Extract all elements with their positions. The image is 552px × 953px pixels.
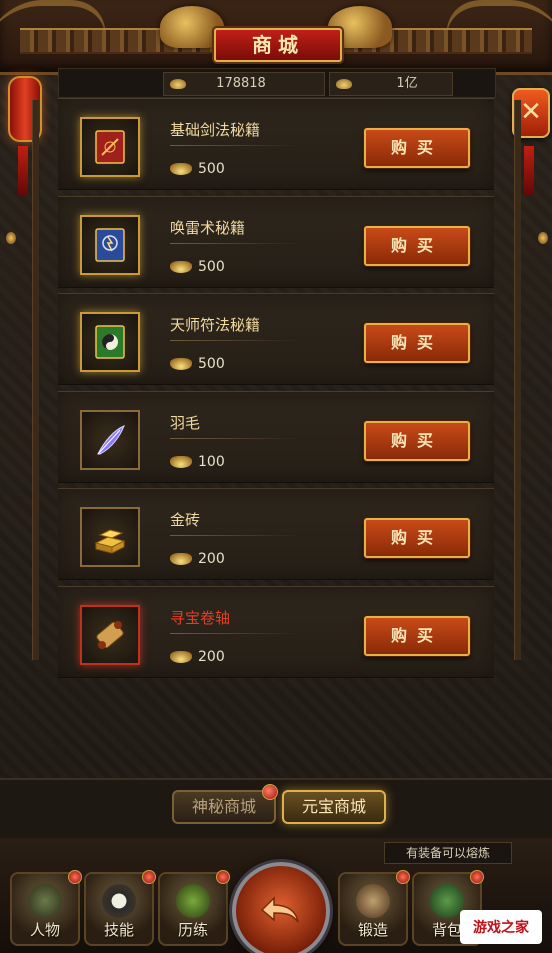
sword-book-icon [95, 130, 125, 164]
item-price: 500 [170, 161, 225, 177]
talisman-book-icon [95, 325, 125, 359]
ingot-icon [170, 163, 192, 175]
shop-tab-bar: 神秘商城 元宝商城 [0, 778, 552, 840]
treasure-scroll-icon [96, 620, 124, 649]
tassel-right [524, 146, 534, 196]
gold-amount: 1亿 [396, 76, 418, 91]
notification-gem-icon [396, 870, 410, 884]
nav-character-button[interactable]: 人物 [10, 870, 82, 946]
item-frame[interactable] [80, 604, 140, 665]
list-item: 唤雷术秘籍 500 购买 [58, 195, 494, 288]
feather-icon [97, 424, 125, 454]
buy-button[interactable]: 购买 [364, 128, 470, 168]
page-title: 商城 [214, 28, 342, 62]
thunder-book-icon [95, 227, 125, 262]
list-item: 金砖 200 购买 [58, 488, 494, 580]
buy-button[interactable]: 购买 [364, 225, 470, 266]
list-item: 寻宝卷轴 200 购买 [58, 585, 494, 678]
gold-balance: 1亿 [329, 72, 453, 96]
nav-forge-button[interactable]: 锻造 [338, 870, 410, 946]
nav-label: 锻造 [357, 921, 388, 939]
ingot-icon [170, 553, 192, 565]
currency-bar: 178818 1亿 [58, 68, 496, 98]
nav-training-button[interactable]: 历练 [158, 870, 230, 946]
buy-button[interactable]: 购买 [364, 323, 470, 363]
divider [170, 632, 300, 634]
notification-gem-icon [142, 870, 156, 884]
site-watermark: 游戏之家 [460, 910, 542, 944]
nav-skills-button[interactable]: 技能 [84, 870, 156, 946]
silver-balance: 178818 [163, 72, 325, 96]
gold-brick-icon [94, 529, 126, 554]
close-icon: ✕ [520, 97, 542, 127]
nav-label: 技能 [103, 921, 134, 939]
back-arrow-icon [260, 896, 299, 923]
shop-item-list: 基础剑法秘籍 500 购买 唤雷术秘籍 500 购买 天师符法秘籍 500 购买… [58, 98, 494, 678]
side-rope-left [32, 100, 39, 660]
yin-yang-icon [102, 884, 136, 918]
tab-mystic-shop[interactable]: 神秘商城 [172, 790, 276, 824]
anvil-icon [356, 884, 390, 918]
ingot-icon [170, 260, 192, 273]
bolt-icon [6, 232, 16, 244]
buy-button[interactable]: 购买 [364, 518, 470, 558]
tab-yuanbao-shop[interactable]: 元宝商城 [282, 790, 386, 824]
notification-gem-icon [216, 870, 230, 884]
item-name: 基础剑法秘籍 [170, 121, 261, 139]
notification-gem-icon [68, 870, 82, 884]
list-item: 天师符法秘籍 500 购买 [58, 293, 494, 385]
item-frame[interactable] [80, 507, 140, 567]
demon-mask-icon [176, 884, 210, 918]
item-name: 羽毛 [170, 413, 201, 432]
notification-gem-icon [470, 870, 484, 884]
item-name: 唤雷术秘籍 [170, 218, 246, 237]
bolt-icon [538, 232, 548, 244]
character-icon [28, 884, 62, 918]
silver-ingot-icon [170, 78, 186, 89]
item-price: 200 [170, 551, 225, 567]
buy-button[interactable]: 购买 [364, 420, 470, 461]
item-name: 金砖 [170, 511, 201, 529]
side-rope-right [514, 100, 521, 660]
smelt-hint: 有装备可以熔炼 [384, 842, 512, 864]
gold-coin-icon [336, 78, 352, 89]
list-item: 基础剑法秘籍 500 购买 [58, 98, 494, 190]
gem-icon [262, 784, 278, 800]
item-price: 500 [170, 356, 225, 372]
nav-label: 历练 [177, 921, 208, 939]
item-frame[interactable] [80, 214, 140, 275]
item-name: 天师符法秘籍 [170, 316, 261, 334]
item-price: 100 [170, 454, 225, 470]
item-frame[interactable] [80, 312, 140, 372]
item-frame[interactable] [80, 117, 140, 177]
item-price: 500 [170, 259, 225, 275]
divider [170, 535, 300, 536]
divider [170, 340, 300, 341]
list-item: 羽毛 100 购买 [58, 390, 494, 483]
bag-icon [430, 884, 464, 918]
silver-amount: 178818 [216, 76, 266, 91]
ingot-icon [170, 358, 192, 370]
divider [170, 242, 300, 244]
ingot-icon [170, 455, 192, 468]
shop-screen: 商城 ✕ 178818 1亿 基础剑法秘籍 500 购买 唤雷术秘籍 500 购… [0, 0, 552, 953]
nav-label: 人物 [29, 921, 60, 939]
divider [170, 437, 300, 439]
tassel-left [18, 146, 28, 196]
item-frame[interactable] [80, 409, 140, 470]
item-price: 200 [170, 649, 225, 665]
item-name: 寻宝卷轴 [170, 608, 231, 627]
buy-button[interactable]: 购买 [364, 615, 470, 656]
divider [170, 145, 300, 146]
ingot-icon [170, 650, 192, 663]
back-button[interactable] [232, 862, 330, 953]
